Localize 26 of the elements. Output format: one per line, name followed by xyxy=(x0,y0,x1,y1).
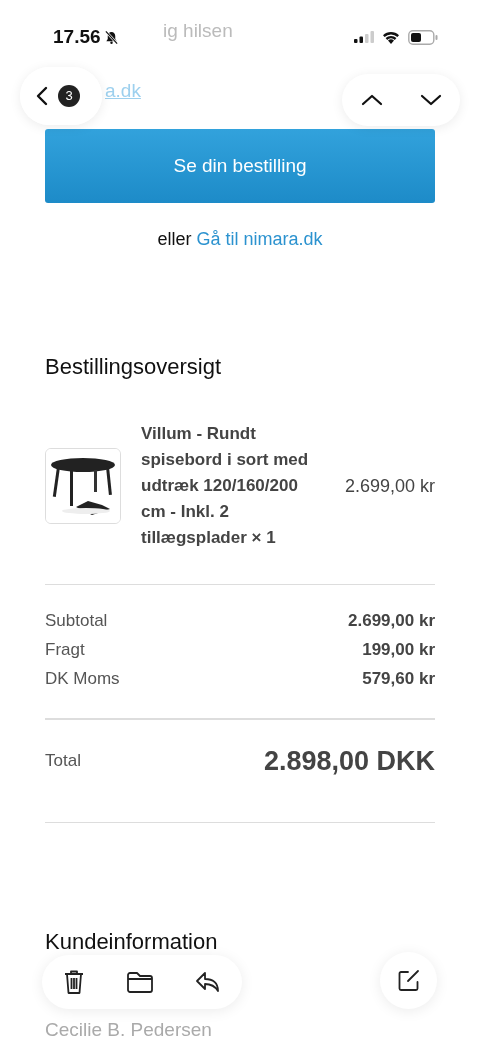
unread-badge: 3 xyxy=(58,85,80,107)
wifi-icon xyxy=(381,29,401,45)
compose-icon xyxy=(396,968,421,993)
shop-link[interactable]: Gå til nimara.dk xyxy=(196,229,323,249)
signal-icon xyxy=(354,31,374,43)
summary-value: 579,60 kr xyxy=(362,669,435,690)
email-text: ig hilsen xyxy=(163,20,233,43)
summary-label: Fragt xyxy=(45,640,85,661)
section-heading: Bestillingsoversigt xyxy=(45,354,222,380)
product-title: Villum - Rundt spisebord i sort med udtræk 120/160/200 cm - Inkl. 2 tillægsplader × 1 xyxy=(141,423,310,549)
back-button[interactable]: 3 xyxy=(20,67,102,125)
battery-icon xyxy=(408,29,438,45)
chevron-up-icon xyxy=(360,94,383,106)
section-heading: Kundeinformation xyxy=(45,929,218,955)
total-value: 2.898,00 DKK xyxy=(263,745,435,777)
back-icon xyxy=(36,86,48,106)
summary-label: DK Moms xyxy=(45,669,120,690)
chevron-down-icon xyxy=(419,94,442,106)
summary-value: 199,00 kr xyxy=(362,640,435,661)
summary-value: 2.699,00 kr xyxy=(348,611,435,632)
total-label: Total xyxy=(45,751,81,771)
customer-name: Cecilie B. Pedersen xyxy=(45,1019,212,1040)
or-text: eller xyxy=(157,229,192,249)
order-button[interactable]: Se din bestilling xyxy=(45,129,435,203)
product-price: 2.699,00 kr xyxy=(344,475,435,497)
summary-label: Subtotal xyxy=(45,611,108,632)
